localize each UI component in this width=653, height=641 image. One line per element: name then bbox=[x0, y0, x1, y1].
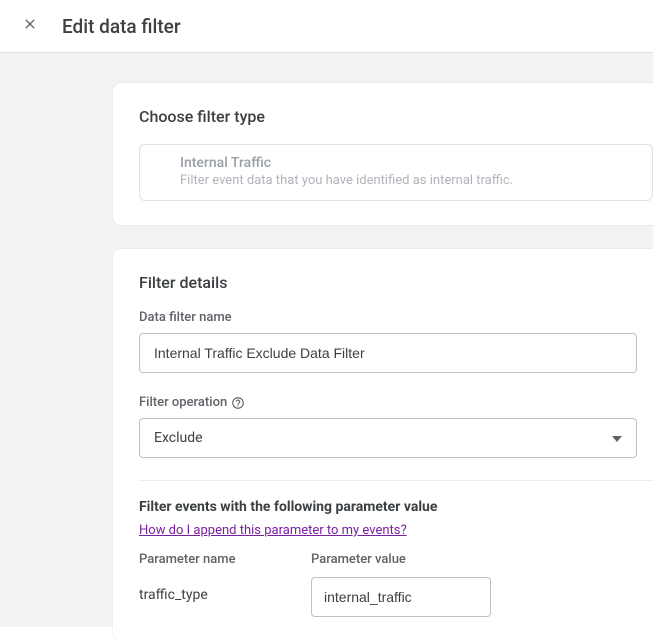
close-icon bbox=[22, 16, 38, 36]
dialog-title: Edit data filter bbox=[62, 15, 181, 38]
help-icon[interactable] bbox=[231, 396, 245, 410]
filter-name-field: Data filter name bbox=[139, 310, 653, 373]
filter-type-name: Internal Traffic bbox=[180, 155, 636, 171]
filter-operation-label-text: Filter operation bbox=[139, 395, 227, 410]
filter-operation-select[interactable]: Exclude bbox=[139, 418, 637, 458]
filter-operation-value: Exclude bbox=[154, 430, 203, 446]
chevron-down-icon bbox=[612, 430, 622, 446]
close-button[interactable] bbox=[18, 14, 42, 38]
parameter-value-label: Parameter value bbox=[311, 552, 491, 567]
help-link[interactable]: How do I append this parameter to my eve… bbox=[139, 523, 407, 538]
filter-details-card: Filter details Data filter name Filter o… bbox=[113, 249, 653, 641]
filter-type-section-title: Choose filter type bbox=[139, 107, 653, 126]
filter-operation-label: Filter operation bbox=[139, 395, 653, 410]
divider bbox=[139, 480, 653, 481]
parameter-heading: Filter events with the following paramet… bbox=[139, 499, 653, 515]
parameter-name-value: traffic_type bbox=[139, 577, 279, 603]
parameter-name-column: Parameter name traffic_type bbox=[139, 552, 279, 603]
filter-type-description: Filter event data that you have identifi… bbox=[180, 173, 636, 188]
filter-type-option[interactable]: Internal Traffic Filter event data that … bbox=[139, 144, 653, 201]
filter-details-section-title: Filter details bbox=[139, 273, 653, 292]
parameter-value-column: Parameter value bbox=[311, 552, 491, 617]
filter-type-card: Choose filter type Internal Traffic Filt… bbox=[113, 83, 653, 225]
parameter-name-label: Parameter name bbox=[139, 552, 279, 567]
filter-operation-field: Filter operation Exclude bbox=[139, 395, 653, 458]
dialog-body: Choose filter type Internal Traffic Filt… bbox=[0, 53, 653, 627]
filter-name-input[interactable] bbox=[139, 333, 637, 373]
parameter-value-input[interactable] bbox=[311, 577, 491, 617]
dialog-header: Edit data filter bbox=[0, 0, 653, 53]
filter-name-label: Data filter name bbox=[139, 310, 653, 325]
parameter-row: Parameter name traffic_type Parameter va… bbox=[139, 552, 653, 617]
